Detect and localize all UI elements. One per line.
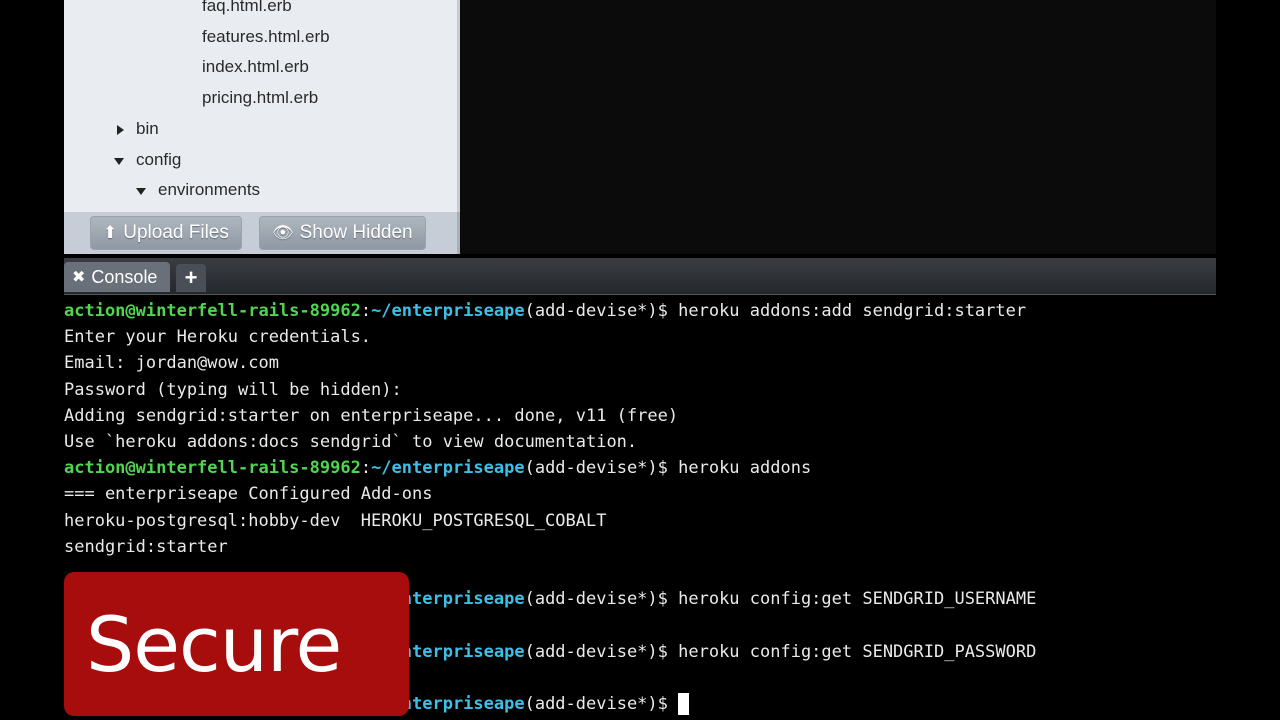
caret-down-icon[interactable] xyxy=(114,157,124,165)
prompt-branch: (add-devise*)$ xyxy=(524,301,679,321)
prompt-path: ~/enterpriseape xyxy=(371,458,525,479)
file-tree-item[interactable]: index.html.erb xyxy=(64,53,454,83)
upload-files-button[interactable]: ⬆ Upload Files xyxy=(90,216,242,250)
prompt-branch: (add-devise*)$ xyxy=(524,589,679,610)
letterbox-right xyxy=(1216,0,1280,720)
file-tree-item[interactable]: config xyxy=(64,146,454,176)
upload-files-label: Upload Files xyxy=(123,222,229,243)
terminal-output-text: Email: jordan@wow.com xyxy=(64,353,279,374)
file-tree-item-label: environments xyxy=(158,180,261,200)
file-tree-item-label: config xyxy=(136,149,182,169)
upload-icon: ⬆ xyxy=(103,223,118,242)
terminal-output-line: heroku-postgresql:hobby-dev HEROKU_POSTG… xyxy=(64,508,606,534)
show-hidden-label: Show Hidden xyxy=(299,222,413,243)
prompt-separator: : xyxy=(360,458,372,479)
terminal-output-line: Use `heroku addons:docs sendgrid` to vie… xyxy=(64,429,637,455)
terminal-cursor[interactable] xyxy=(678,693,690,715)
file-panel-toolbar: ⬆ Upload Files 👁 Show Hidden xyxy=(64,212,460,254)
letterbox-left xyxy=(0,0,64,720)
editor-area[interactable] xyxy=(460,0,1216,254)
secure-overlay-label: Secure xyxy=(64,572,409,716)
file-tree-item[interactable]: features.html.erb xyxy=(64,23,454,53)
terminal-output-text: sendgrid:starter xyxy=(64,536,228,557)
add-tab-button[interactable]: + xyxy=(176,264,206,292)
terminal-output-text: Use `heroku addons:docs sendgrid` to vie… xyxy=(64,432,638,452)
terminal-output-text: heroku-postgresql:hobby-dev HEROKU_POSTG… xyxy=(64,510,607,531)
prompt-path: ~/enterpriseape xyxy=(371,301,525,321)
file-tree-item[interactable]: pricing.html.erb xyxy=(64,84,454,114)
caret-down-icon[interactable] xyxy=(136,188,146,196)
file-tree-item-label: features.html.erb xyxy=(202,26,330,46)
terminal-output-line: Password (typing will be hidden): xyxy=(64,377,402,403)
file-tree-item-label: faq.html.erb xyxy=(202,0,292,15)
prompt-branch: (add-devise*)$ xyxy=(524,458,679,479)
prompt-user: action@winterfell-rails-89962 xyxy=(64,301,361,321)
terminal-output-text: Adding sendgrid:starter on enterpriseape… xyxy=(64,405,679,426)
terminal-command: heroku addons xyxy=(678,458,812,479)
file-tree-item-label: index.html.erb xyxy=(202,57,309,77)
eye-icon: 👁 xyxy=(272,223,294,242)
tab-console-label: Console xyxy=(91,266,158,287)
prompt-branch: (add-devise*)$ xyxy=(524,641,679,662)
prompt-branch: (add-devise*)$ xyxy=(524,694,679,714)
close-icon[interactable]: ✖ xyxy=(72,267,85,287)
prompt-separator: : xyxy=(360,301,372,321)
terminal-prompt-line: action@winterfell-rails-89962:~/enterpri… xyxy=(64,455,811,481)
terminal-output-text: Password (typing will be hidden): xyxy=(64,379,402,400)
terminal-output-line: Enter your Heroku credentials. xyxy=(64,324,371,350)
tab-console[interactable]: ✖ Console xyxy=(64,262,170,292)
terminal-command: heroku config:get SENDGRID_PASSWORD xyxy=(678,641,1037,662)
terminal-command: heroku addons:add sendgrid:starter xyxy=(678,301,1027,321)
show-hidden-button[interactable]: 👁 Show Hidden xyxy=(259,216,426,250)
prompt-user: action@winterfell-rails-89962 xyxy=(64,458,361,479)
terminal-output-text: === enterpriseape Configured Add-ons xyxy=(64,484,433,505)
terminal-output-line: === enterpriseape Configured Add-ons xyxy=(64,481,432,507)
terminal-output-line: sendgrid:starter xyxy=(64,534,228,560)
console-tab-strip: ✖ Console + xyxy=(64,258,1216,295)
secure-overlay-text: Secure xyxy=(86,599,342,689)
file-tree-item[interactable]: environments xyxy=(64,176,454,206)
file-tree-item-label: pricing.html.erb xyxy=(202,88,319,108)
plus-icon: + xyxy=(184,265,198,290)
terminal-output-line: Adding sendgrid:starter on enterpriseape… xyxy=(64,403,678,429)
file-tree-item-label: bin xyxy=(136,118,159,138)
terminal-prompt-line: action@winterfell-rails-89962:~/enterpri… xyxy=(64,298,1026,324)
file-tree-panel: faq.html.erb features.html.erb index.html.… xyxy=(64,0,460,212)
file-tree-item[interactable]: faq.html.erb xyxy=(64,0,454,22)
terminal-output-line: Email: jordan@wow.com xyxy=(64,350,279,376)
file-tree-item[interactable]: bin xyxy=(64,115,454,145)
terminal-output-text: Enter your Heroku credentials. xyxy=(64,327,372,348)
caret-right-icon[interactable] xyxy=(117,124,124,135)
terminal-command: heroku config:get SENDGRID_USERNAME xyxy=(678,589,1037,610)
